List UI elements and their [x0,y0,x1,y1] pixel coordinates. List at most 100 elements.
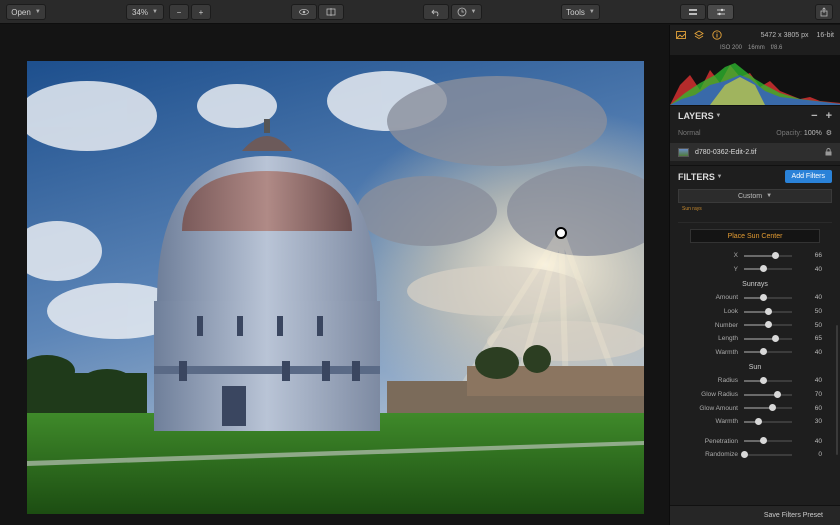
exif-focal: 16mm [748,45,765,51]
lock-icon[interactable] [825,148,832,156]
slider-knob[interactable] [759,293,767,301]
slider-label: Glow Amount [699,404,738,412]
slider-value[interactable]: 50 [792,308,824,315]
chevron-down-icon: ▼ [588,9,595,15]
slider-value[interactable]: 50 [792,322,824,329]
slider-knob[interactable] [769,404,777,412]
open-button-label: Open [11,7,31,17]
slider-track[interactable] [744,417,792,425]
add-filters-button[interactable]: Add Filters [784,170,832,183]
blend-mode-select[interactable]: Normal [678,130,701,137]
slider-track[interactable] [744,321,792,329]
photo-image [27,61,644,514]
slider-knob[interactable] [759,437,767,445]
image-info-icon[interactable] [676,30,686,40]
preset-dropdown[interactable]: Custom ▼ [678,189,832,203]
layers-icon[interactable] [694,30,704,40]
slider-value[interactable]: 66 [792,252,824,259]
slider-value[interactable]: 65 [792,335,824,342]
slider-knob[interactable] [754,417,762,425]
slider-amount[interactable]: Amount 40 [678,291,832,305]
preview-button[interactable] [291,4,317,20]
slider-track[interactable] [744,376,792,384]
layer-item[interactable]: d780-0362-Edit-2.tif [670,143,840,161]
slider-value[interactable]: 40 [792,438,824,445]
zoom-out-button[interactable]: − [169,4,189,20]
gear-icon[interactable]: ⚙ [822,129,832,137]
slider-track[interactable] [744,334,792,342]
chevron-down-icon: ▼ [713,112,722,119]
slider-look[interactable]: Look 50 [678,305,832,319]
slider-track[interactable] [744,437,792,445]
slider-track[interactable] [744,251,792,259]
slider-warmth[interactable]: Warmth 30 [678,415,832,429]
slider-y[interactable]: Y 40 [678,263,832,277]
slider-value[interactable]: 40 [792,377,824,384]
slider-fill [744,393,778,396]
slider-value[interactable]: 70 [792,391,824,398]
slider-knob[interactable] [759,348,767,356]
slider-value[interactable]: 40 [792,266,824,273]
info-icon[interactable] [712,30,722,40]
tools-dropdown[interactable]: Tools ▼ [561,4,600,20]
filters-title[interactable]: FILTERS [678,172,715,182]
slider-track[interactable] [740,450,792,458]
right-panel: 5472 x 3805 px 16-bit ISO 200 16mm f/8.6… [669,25,840,525]
slider-knob[interactable] [772,251,780,259]
add-layer-icon[interactable]: + [826,110,832,122]
edit-button[interactable] [707,4,734,20]
browse-button[interactable] [680,4,706,20]
undo-button[interactable] [423,4,449,20]
place-sun-center-button[interactable]: Place Sun Center [690,229,820,243]
slider-value[interactable]: 30 [792,418,824,425]
compare-button[interactable] [318,4,344,20]
slider-track[interactable] [744,307,792,315]
slider-label: Warmth [715,348,738,356]
slider-randomize[interactable]: Randomize 0 [678,448,832,462]
photo-canvas[interactable] [27,61,644,514]
filter-name[interactable]: Sun rays [678,206,832,214]
slider-glow-amount[interactable]: Glow Amount 60 [678,401,832,415]
zoom-in-button[interactable]: + [191,4,211,20]
history-button[interactable]: ▼ [451,4,482,20]
slider-label: Glow Radius [701,391,738,399]
slider-value[interactable]: 40 [792,294,824,301]
sun-sliders: Radius 40 Glow Radius 70 Glow Amount 60 Warmth… [678,374,832,428]
slider-value[interactable]: 0 [792,451,824,458]
opacity-value[interactable]: 100% [804,130,822,137]
slider-knob[interactable] [764,307,772,315]
slider-length[interactable]: Length 65 [678,332,832,346]
slider-number[interactable]: Number 50 [678,318,832,332]
slider-track[interactable] [744,404,792,412]
slider-glow-radius[interactable]: Glow Radius 70 [678,388,832,402]
zoom-dropdown[interactable]: 34% ▼ [126,4,164,20]
slider-warmth[interactable]: Warmth 40 [678,346,832,360]
slider-radius[interactable]: Radius 40 [678,374,832,388]
slider-knob[interactable] [771,334,779,342]
slider-x[interactable]: X 66 [678,249,832,263]
slider-knob[interactable] [759,265,767,273]
remove-layer-icon[interactable]: − [811,110,817,122]
save-filters-preset-button[interactable]: Save Filters Preset [670,505,840,525]
slider-track[interactable] [744,390,792,398]
layers-title[interactable]: LAYERS [678,111,714,121]
slider-value[interactable]: 40 [792,349,824,356]
extra-sliders: Penetration 40 Randomize 0 [678,435,832,462]
slider-knob[interactable] [740,450,748,458]
slider-value[interactable]: 60 [792,405,824,412]
canvas-area[interactable] [0,25,668,525]
slider-knob[interactable] [774,390,782,398]
sunrays-sliders: Amount 40 Look 50 Number 50 Length 65 Warmth 40 [678,291,832,359]
open-button[interactable]: Open ▼ [6,4,46,20]
slider-penetration[interactable]: Penetration 40 [678,435,832,449]
chevron-down-icon: ▼ [152,9,158,15]
save-filters-preset-label: Save Filters Preset [763,512,823,519]
slider-track[interactable] [744,265,792,273]
share-button[interactable] [815,4,833,20]
slider-knob[interactable] [764,321,772,329]
panel-scrollbar[interactable] [836,325,838,455]
position-sliders: X 66 Y 40 [678,249,832,276]
slider-knob[interactable] [759,376,767,384]
slider-track[interactable] [744,293,792,301]
slider-track[interactable] [744,348,792,356]
